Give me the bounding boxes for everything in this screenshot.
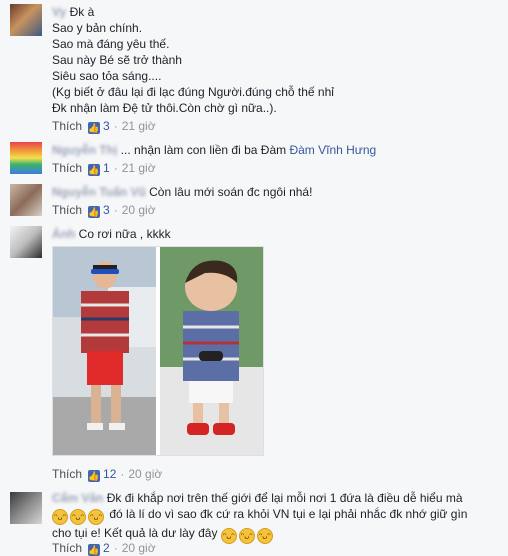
comment-text: cho tụi e! Kết quả là dư lày đây	[52, 526, 218, 540]
avatar[interactable]	[10, 492, 42, 524]
comment-text: Co rơi nữa , kkkk	[78, 227, 171, 241]
separator-dot: ·	[113, 203, 118, 217]
like-link[interactable]: Thích	[52, 467, 82, 481]
like-count[interactable]: 3	[103, 119, 110, 133]
like-count[interactable]: 2	[103, 541, 110, 555]
grinning-emoji-icon: ᵔᴗᵔ	[88, 509, 104, 525]
commenter-name[interactable]: Vy	[52, 5, 66, 19]
thumbs-up-icon: 👍	[88, 544, 101, 556]
like-link[interactable]: Thích	[52, 161, 82, 175]
comment-text: (Kg biết ở đâu lại đi lạc đúng Người.đún…	[52, 85, 334, 99]
comment-footer: Thích 👍 3 · 20 giờ	[52, 202, 156, 218]
photo-attachment[interactable]	[52, 246, 264, 456]
avatar[interactable]	[10, 4, 42, 36]
like-link[interactable]: Thích	[52, 541, 82, 555]
thumbs-up-icon: 👍	[88, 164, 101, 176]
separator-dot: ·	[113, 541, 118, 555]
separator-dot: ·	[120, 467, 125, 481]
mention-link[interactable]: Đàm Vĩnh Hưng	[289, 143, 376, 157]
comment-time[interactable]: 21 giờ	[122, 119, 156, 133]
grinning-emoji-icon: ᵔᴗᵔ	[52, 509, 68, 525]
commenter-name[interactable]: Cẩm Vân	[52, 491, 103, 505]
avatar[interactable]	[10, 184, 42, 216]
like-link[interactable]: Thích	[52, 203, 82, 217]
thumbs-up-icon: 👍	[88, 470, 101, 482]
comment-footer: Thích 👍 1 · 21 giờ	[52, 160, 156, 176]
photo-collage	[53, 247, 263, 455]
like-count[interactable]: 3	[103, 203, 110, 217]
like-link[interactable]: Thích	[52, 119, 82, 133]
commenter-name[interactable]: Nguyễn Tuấn Vũ	[52, 185, 146, 199]
comment-footer: Thích 👍 2 · 20 giờ	[52, 540, 156, 556]
comment-text: Sao mà đáng yêu thế.	[52, 37, 170, 51]
avatar[interactable]	[10, 226, 42, 258]
comment-text: Đk đi khắp nơi trên thế giới để lại mỗi …	[106, 491, 463, 505]
comment-text: Siêu sao tỏa sáng....	[52, 69, 162, 83]
comment-time[interactable]: 20 giờ	[128, 467, 162, 481]
comment-text: Còn lâu mới soán đc ngôi nhá!	[149, 185, 313, 199]
thumbs-up-icon: 👍	[88, 206, 101, 218]
comment-text: đó là lí do vì sao đk cứ ra khỏi VN tụi …	[109, 507, 468, 521]
separator-dot: ·	[113, 119, 118, 133]
comment-footer: Thích 👍 12 · 20 giờ	[52, 466, 162, 482]
laughing-emoji-icon: ᵔᴗᵔ	[256, 528, 273, 544]
separator-dot: ·	[113, 161, 118, 175]
comment-text: Sau này Bé sẽ trở thành	[52, 53, 182, 67]
thumbs-up-icon: 👍	[88, 122, 101, 134]
comment-time[interactable]: 20 giờ	[122, 203, 156, 217]
comment-text: ... nhận làm con liền đi ba Đàm	[120, 143, 287, 157]
laughing-emoji-icon: ᵔᴗᵔ	[220, 528, 237, 544]
commenter-name[interactable]: Nguyễn Thị	[52, 143, 117, 157]
like-count[interactable]: 1	[103, 161, 110, 175]
laughing-emoji-icon: ᵔᴗᵔ	[238, 528, 255, 544]
avatar[interactable]	[10, 142, 42, 174]
comment-time[interactable]: 20 giờ	[122, 541, 156, 555]
comment-footer: Thích 👍 3 · 21 giờ	[52, 118, 156, 134]
comment-text: Đk nhận làm Đệ tử thôi.Còn chờ gì nữa..)…	[52, 101, 277, 115]
grinning-emoji-icon: ᵔᴗᵔ	[70, 509, 86, 525]
like-count[interactable]: 12	[103, 467, 116, 481]
comment-time[interactable]: 21 giờ	[122, 161, 156, 175]
comment-text: Sao y bản chính.	[52, 21, 143, 35]
commenter-name[interactable]: Ánh	[52, 227, 75, 241]
comment-text: Đk à	[69, 5, 95, 19]
